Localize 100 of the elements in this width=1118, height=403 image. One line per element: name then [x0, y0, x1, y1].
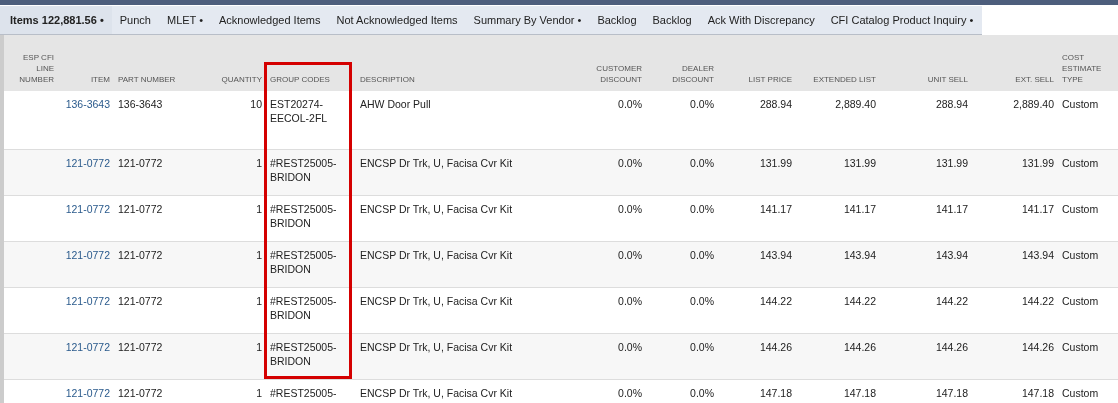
table-cell-text: #REST25005-BRIDON — [270, 156, 338, 184]
table-cell: 143.94 — [843, 249, 876, 261]
table-cell: ENCSP Dr Trk, U, Facisa Cvr Kit — [360, 157, 513, 169]
tab[interactable]: Backlog — [589, 6, 645, 34]
table-cell: 144.22 — [759, 295, 792, 307]
table-cell: 143.94 — [1021, 249, 1054, 261]
column-header[interactable]: CUSTOMER DISCOUNT — [580, 35, 646, 91]
table-cell: 121-0772 — [118, 295, 163, 307]
table-cell: ENCSP Dr Trk, U, Facisa Cvr Kit — [360, 249, 513, 261]
table-cell: ENCSP Dr Trk, U, Facisa Cvr Kit — [360, 387, 513, 399]
item-link[interactable]: 121-0772 — [65, 249, 110, 261]
table-cell: 136-3643 — [118, 98, 163, 110]
column-header[interactable]: QUANTITY — [212, 35, 266, 91]
table-cell: 0.0% — [618, 98, 642, 110]
table-cell: 147.18 — [1021, 387, 1054, 399]
table-row[interactable]: 121-0772 121-0772 1 #REST25005-BRIDON ENCSP Dr Trk, U, Facisa Cvr Kit 0.0% 0.0% 144.26 144.26 144.26 144.26 Custom — [4, 334, 1118, 380]
table-cell: Custom — [1062, 295, 1099, 307]
tab[interactable]: CFI Catalog Product Inquiry • — [822, 6, 982, 34]
table-cell: Custom — [1062, 249, 1099, 261]
tab[interactable]: Summary By Vendor • — [465, 6, 590, 34]
table-cell: 131.99 — [843, 157, 876, 169]
table-cell: 121-0772 — [118, 387, 163, 399]
table-cell: 0.0% — [618, 387, 642, 399]
table-cell: 147.18 — [935, 387, 968, 399]
table-cell-text: #REST25005-BRIDON — [270, 248, 338, 276]
table-cell: 0.0% — [690, 295, 714, 307]
column-header[interactable]: DESCRIPTION — [356, 35, 580, 91]
table-cell: 2,889.40 — [1013, 98, 1054, 110]
table-cell: 1 — [256, 295, 262, 307]
tab[interactable]: Not Acknowledged Items — [328, 6, 466, 34]
table-cell: 0.0% — [690, 387, 714, 399]
table-cell: 121-0772 — [118, 341, 163, 353]
item-link[interactable]: 121-0772 — [65, 295, 110, 307]
tab[interactable]: MLET • — [158, 6, 211, 34]
table-cell: Custom — [1062, 157, 1099, 169]
item-link[interactable]: 121-0772 — [65, 387, 110, 399]
table-cell: 144.22 — [1021, 295, 1054, 307]
tab[interactable]: Acknowledged Items — [211, 6, 329, 34]
table-cell: 144.26 — [759, 341, 792, 353]
column-header[interactable]: LIST PRICE — [718, 35, 796, 91]
table-cell: 0.0% — [618, 295, 642, 307]
table-cell-text: #REST25005-BRIDON — [270, 294, 338, 322]
table-cell: Custom — [1062, 203, 1099, 215]
tab[interactable]: Backlog — [644, 6, 700, 34]
table-cell: 0.0% — [690, 157, 714, 169]
table-cell-text: #REST25005- — [270, 386, 338, 400]
table-cell: 0.0% — [618, 203, 642, 215]
table-cell: 0.0% — [618, 249, 642, 261]
tab[interactable]: Punch — [111, 6, 159, 34]
table-cell: 0.0% — [690, 203, 714, 215]
table-cell: 0.0% — [618, 157, 642, 169]
table-cell: 1 — [256, 341, 262, 353]
table-cell: 143.94 — [935, 249, 968, 261]
table-cell: 144.26 — [843, 341, 876, 353]
table-cell: 1 — [256, 249, 262, 261]
table-cell: 131.99 — [1021, 157, 1054, 169]
table-row[interactable]: 121-0772 121-0772 1 #REST25005-BRIDON ENCSP Dr Trk, U, Facisa Cvr Kit 0.0% 0.0% 143.94 143.94 143.94 143.94 Custom — [4, 242, 1118, 288]
table-cell: 0.0% — [618, 341, 642, 353]
table-row[interactable]: 121-0772 121-0772 1 #REST25005-BRIDON ENCSP Dr Trk, U, Facisa Cvr Kit 0.0% 0.0% 131.99 131.99 131.99 131.99 Custom — [4, 150, 1118, 196]
tab[interactable]: Items 122,881.56 • — [0, 6, 112, 34]
table-cell: 144.22 — [935, 295, 968, 307]
item-link[interactable]: 121-0772 — [65, 341, 110, 353]
table-cell: AHW Door Pull — [360, 98, 431, 110]
table-cell: 144.22 — [843, 295, 876, 307]
table-cell: 141.17 — [759, 203, 792, 215]
table-cell: Custom — [1062, 341, 1099, 353]
table-cell: Custom — [1062, 387, 1099, 399]
tab[interactable]: Ack With Discrepancy — [699, 6, 823, 34]
table-cell: 1 — [256, 203, 262, 215]
column-header[interactable]: UNIT SELL — [880, 35, 972, 91]
table-cell: 10 — [250, 98, 262, 110]
table-cell: 288.94 — [759, 98, 792, 110]
table-cell: 131.99 — [759, 157, 792, 169]
column-header[interactable]: PART NUMBER — [114, 35, 212, 91]
table-cell: 0.0% — [690, 98, 714, 110]
table-cell: 121-0772 — [118, 203, 163, 215]
table-cell: 121-0772 — [118, 157, 163, 169]
column-header[interactable]: EXTENDED LIST — [796, 35, 880, 91]
table-cell: 0.0% — [690, 249, 714, 261]
table-cell: 147.18 — [759, 387, 792, 399]
column-header[interactable]: ESP CFI LINE NUMBER — [4, 35, 58, 91]
column-header[interactable]: ITEM — [58, 35, 114, 91]
column-header[interactable]: DEALER DISCOUNT — [646, 35, 718, 91]
table-cell: 144.26 — [935, 341, 968, 353]
table-cell: 131.99 — [935, 157, 968, 169]
column-header[interactable]: COST ESTIMATE TYPE — [1058, 35, 1118, 91]
item-link[interactable]: 121-0772 — [65, 203, 110, 215]
item-link[interactable]: 121-0772 — [65, 157, 110, 169]
item-link[interactable]: 136-3643 — [65, 98, 110, 110]
table-cell: ENCSP Dr Trk, U, Facisa Cvr Kit — [360, 341, 513, 353]
table-cell: 143.94 — [759, 249, 792, 261]
column-header[interactable]: EXT. SELL — [972, 35, 1058, 91]
table-cell: ENCSP Dr Trk, U, Facisa Cvr Kit — [360, 295, 513, 307]
table-cell: 0.0% — [690, 341, 714, 353]
table-cell: ENCSP Dr Trk, U, Facisa Cvr Kit — [360, 203, 513, 215]
table-cell-text: #REST25005-BRIDON — [270, 202, 338, 230]
table-cell: 141.17 — [935, 203, 968, 215]
table-cell: 2,889.40 — [835, 98, 876, 110]
table-cell: 141.17 — [843, 203, 876, 215]
column-header[interactable]: GROUP CODES — [266, 35, 356, 91]
